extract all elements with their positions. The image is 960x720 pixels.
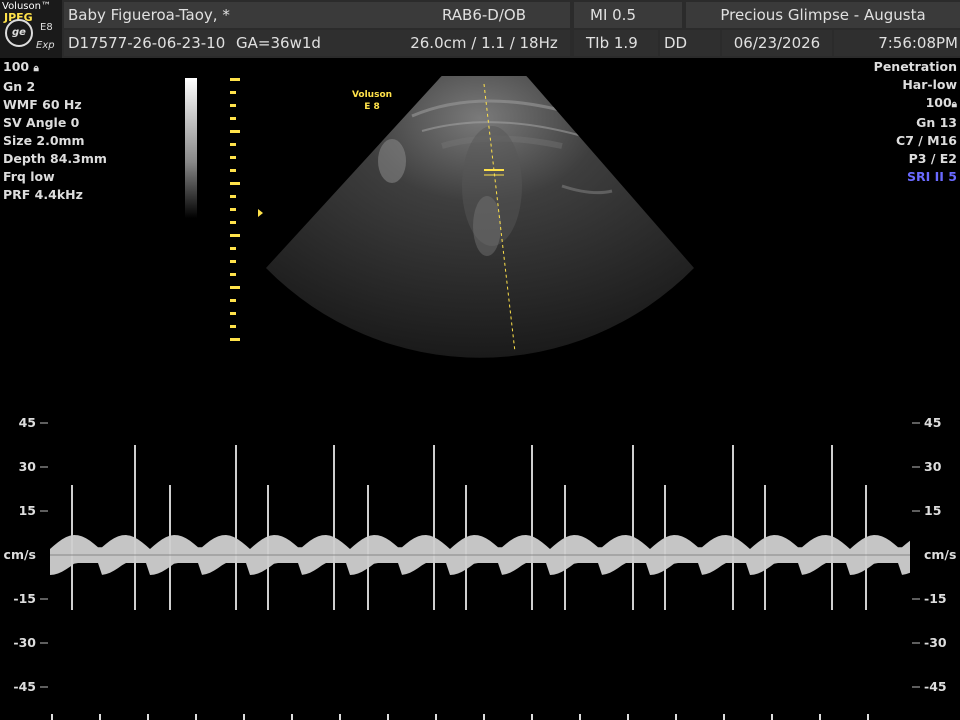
- spectral-waveform: [50, 445, 910, 610]
- exam-date: 06/23/2026: [722, 30, 832, 56]
- depth-tick: [230, 247, 236, 250]
- gestational-age: GA=36w1d: [236, 34, 321, 52]
- patient-info-row: D17577-26-06-23-10 GA=36w1d: [64, 30, 398, 56]
- depth-tick: [230, 143, 236, 146]
- depth-tick: [230, 104, 236, 107]
- bmode-gain-param: Gn 13: [916, 115, 957, 130]
- velocity-scale-left: [40, 422, 48, 688]
- patient-name: Baby Figueroa-Taoy, *: [64, 2, 398, 28]
- depth-tick: [230, 156, 236, 159]
- persistence-param: P3 / E2: [908, 151, 957, 166]
- bmode-power-value: 100: [925, 95, 952, 110]
- velocity-tick-label-left: -30: [13, 635, 36, 650]
- velocity-tick-label-left: 15: [18, 503, 36, 518]
- depth-tick: [230, 312, 236, 315]
- velocity-tick-label-right: -45: [924, 679, 947, 694]
- depth-tick: [230, 208, 236, 211]
- depth-tick: [230, 299, 236, 302]
- velocity-tick-label-left: cm/s: [3, 547, 36, 562]
- sv-depth-param: Depth 84.3mm: [3, 151, 107, 166]
- velocity-tick-label-right: -15: [924, 591, 947, 606]
- doppler-params-panel: 100 🔒︎ Gn 2 WMF 60 Hz SV Angle 0 Size 2.…: [3, 58, 107, 204]
- bmode-power-row: 100🔒︎: [874, 94, 957, 114]
- clinic-name: Precious Glimpse - Augusta: [686, 2, 960, 28]
- velocity-tick-label-left: 30: [18, 459, 36, 474]
- lock-icon: 🔒︎: [951, 99, 957, 110]
- depth-tick: [230, 273, 236, 276]
- sv-angle-param: SV Angle 0: [3, 115, 80, 130]
- depth-tick: [230, 130, 240, 133]
- velocity-tick-label-right: 45: [924, 415, 942, 430]
- time-axis-ticks: [51, 714, 869, 720]
- velocity-tick-label-left: -45: [13, 679, 36, 694]
- depth-tick: [230, 338, 240, 341]
- velocity-tick-label-right: 15: [924, 503, 942, 518]
- bmode-image: [266, 76, 694, 358]
- doppler-spectrum: [40, 422, 920, 720]
- model-label: E8: [40, 22, 53, 33]
- grayscale-bar: [185, 78, 197, 218]
- exam-time: 7:56:08PM: [834, 30, 960, 56]
- depth-tick: [230, 325, 236, 328]
- velocity-tick-label-left: 45: [18, 415, 36, 430]
- depth-settings: 26.0cm / 1.1 / 18Hz: [398, 30, 570, 56]
- harmonic-param: Har-low: [902, 77, 957, 92]
- prf-param: PRF 4.4kHz: [3, 187, 83, 202]
- velocity-tick-label-right: cm/s: [924, 547, 957, 562]
- wmf-param: WMF 60 Hz: [3, 97, 82, 112]
- lock-icon: 🔒︎: [33, 63, 39, 74]
- patient-id: D17577-26-06-23-10: [68, 34, 226, 52]
- penetration-param: Penetration: [873, 59, 957, 74]
- header-bar: Voluson™ JPEG ge E8 Exp Baby Figueroa-Ta…: [0, 0, 960, 58]
- frequency-param: Frq low: [3, 169, 55, 184]
- depth-tick: [230, 260, 236, 263]
- depth-tick: [230, 91, 236, 94]
- depth-tick: [230, 169, 236, 172]
- velocity-scale-right: [912, 422, 920, 688]
- depth-tick: [230, 78, 240, 81]
- depth-tick: [230, 221, 236, 224]
- mode-label: Exp: [36, 40, 55, 51]
- mi-value: MI 0.5: [574, 2, 682, 28]
- velocity-tick-label-left: -15: [13, 591, 36, 606]
- depth-scale: [228, 78, 240, 348]
- dd-label: DD: [660, 30, 720, 56]
- depth-tick: [230, 234, 240, 237]
- logo-box: Voluson™ JPEG ge E8 Exp: [0, 0, 62, 58]
- depth-tick: [230, 182, 240, 185]
- sri-param: SRI II 5: [907, 169, 957, 184]
- bmode-params-panel: Penetration Har-low 100🔒︎ Gn 13 C7 / M16…: [874, 58, 957, 186]
- probe-preset: RAB6-D/OB: [398, 2, 570, 28]
- map-param: C7 / M16: [896, 133, 957, 148]
- velocity-tick-label-right: -30: [924, 635, 947, 650]
- sv-size-param: Size 2.0mm: [3, 133, 85, 148]
- gain-param: Gn 2: [3, 79, 36, 94]
- tib-value: TIb 1.9: [574, 30, 658, 56]
- depth-tick: [230, 286, 240, 289]
- depth-tick: [230, 117, 236, 120]
- velocity-tick-label-right: 30: [924, 459, 942, 474]
- power-value: 100: [3, 59, 30, 74]
- ge-logo-icon: ge: [5, 19, 33, 47]
- depth-tick: [230, 195, 236, 198]
- power-row: 100 🔒︎: [3, 58, 107, 78]
